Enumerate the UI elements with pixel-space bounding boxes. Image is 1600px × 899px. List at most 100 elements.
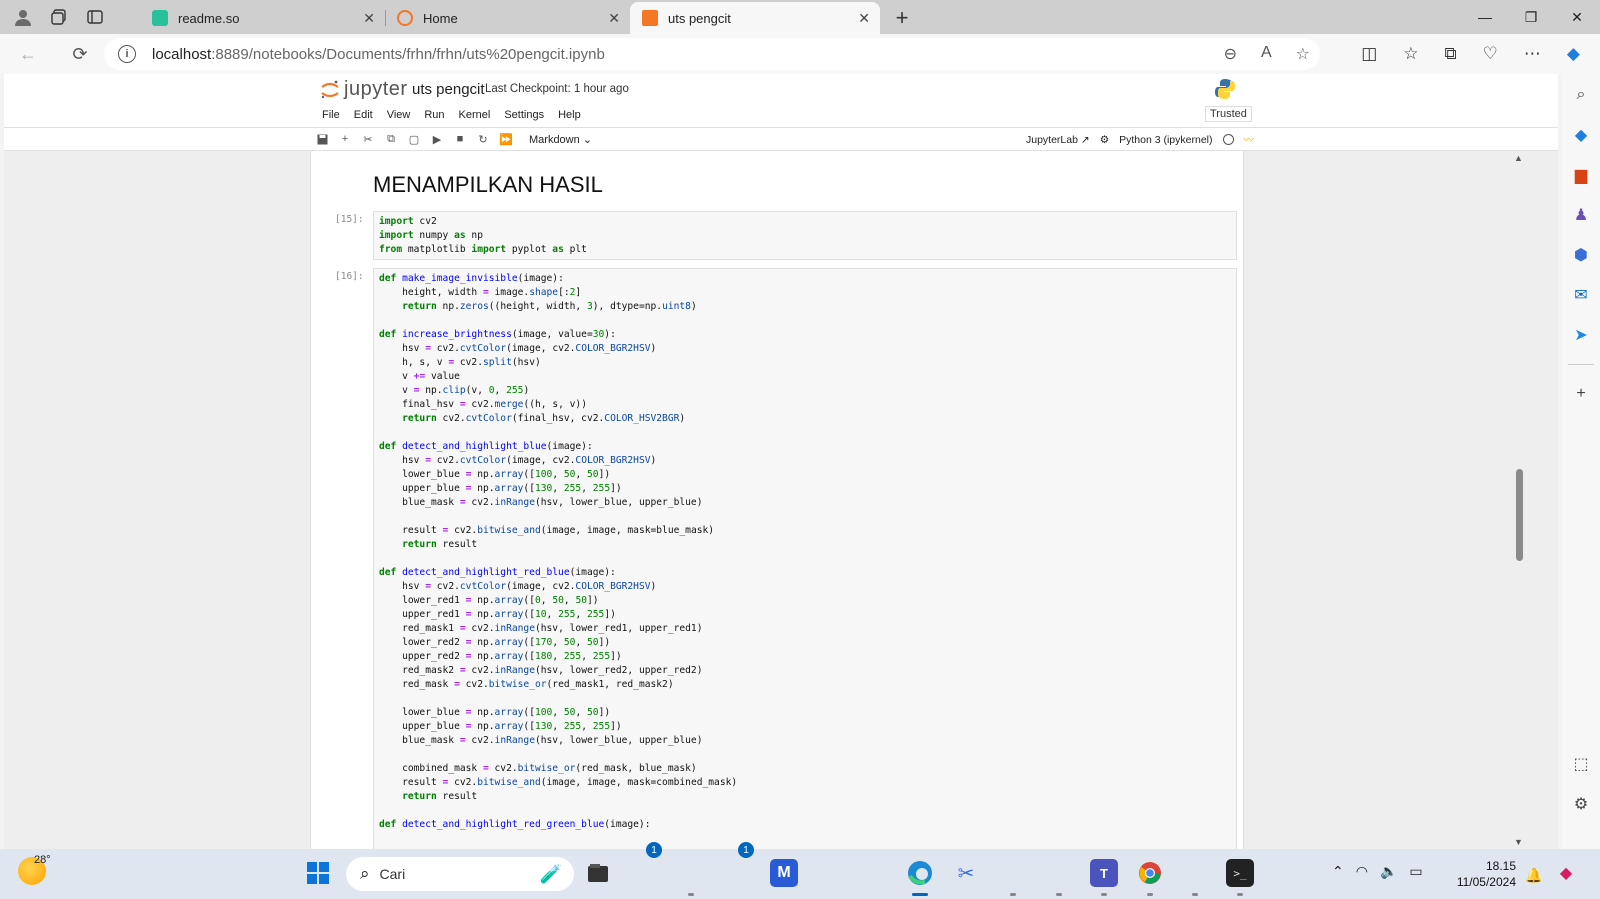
stop-icon[interactable]: ■ [454,131,466,147]
kernel-settings-icon[interactable]: ⚙ [1100,134,1109,146]
jupyter-logo[interactable]: jupyter [320,78,408,101]
jupyter-page: jupyter uts pengcit Last Checkpoint: 1 h… [4,74,1558,849]
refresh-icon[interactable]: ⟳ [60,38,100,70]
send-icon[interactable]: ➤ [1570,324,1592,346]
cell-input[interactable]: import cv2 import numpy as np from matpl… [373,211,1237,260]
tab-readme[interactable]: readme.so ✕ [140,2,385,34]
workspaces-icon[interactable] [50,8,68,26]
taskbar-search[interactable]: ⌕ Cari 🧪 [346,857,574,891]
taskbar-indicator [1237,893,1243,896]
jupyterlab-link[interactable]: JupyterLab ↗ [1026,134,1090,146]
vertical-tabs-icon[interactable] [86,8,104,26]
page-scrollbar[interactable]: ▲ ▼ [1512,151,1526,849]
menu-settings[interactable]: Settings [504,109,544,121]
paste-icon[interactable]: ▢ [408,131,420,147]
copy-icon[interactable]: ⧉ [385,131,397,147]
close-icon[interactable]: ✕ [858,10,870,27]
markdown-heading[interactable]: MENAMPILKAN HASIL [373,172,603,198]
split-screen-icon[interactable]: ◫ [1361,44,1377,64]
minimize-icon[interactable]: — [1462,0,1508,34]
code-cell[interactable]: [16]: def make_image_invisible(image): h… [311,268,1245,849]
cell-code: import cv2 import numpy as np from matpl… [379,216,587,255]
screenshot-icon[interactable]: ⬚ [1570,753,1592,775]
edge-browser-icon[interactable] [906,859,934,887]
clock[interactable]: 18.15 11/05/2024 [1448,858,1516,890]
tools-icon[interactable]: ▆ [1570,164,1592,186]
chevron-up-icon[interactable]: ⌃ [1332,863,1344,880]
notebook-title[interactable]: uts pengcit [412,81,485,98]
run-icon[interactable]: ▶ [431,131,443,147]
favorites-icon[interactable]: ☆ [1403,44,1418,64]
save-icon[interactable] [316,131,328,147]
menu-edit[interactable]: Edit [354,109,373,121]
code-cell[interactable]: [15]: import cv2 import numpy as np from… [311,211,1245,261]
system-tray: ⌃ ◠ 🔈 ▭ [1332,863,1423,880]
file-explorer-icon[interactable] [584,859,612,887]
snipping-tool-icon[interactable]: ✂ [952,859,980,887]
add-icon[interactable]: + [1570,383,1592,405]
close-icon[interactable]: ✕ [363,10,375,27]
copilot-taskbar-icon[interactable]: ◆ [1552,859,1580,887]
browser-essentials-icon[interactable]: ♡ [1483,44,1498,64]
profile-icon[interactable] [14,8,32,26]
temperature: 28° [34,854,51,866]
url-field[interactable]: i localhost:8889/notebooks/Documents/frh… [104,38,1320,70]
tab-home[interactable]: Home ✕ [385,2,630,34]
back-icon[interactable]: ← [8,38,48,70]
menu-run[interactable]: Run [424,109,444,121]
games-icon[interactable]: ♟ [1570,204,1592,226]
menu-help[interactable]: Help [558,109,581,121]
settings-gear-icon[interactable]: ⚙ [1570,793,1592,815]
address-bar-row: ← ⟳ i localhost:8889/notebooks/Documents… [0,34,1600,74]
wifi-icon[interactable]: ◠ [1356,863,1368,880]
insert-cell-icon[interactable]: + [339,131,351,147]
copilot-icon[interactable]: ◆ [1567,44,1580,64]
run-all-icon[interactable]: ⏩ [499,131,513,147]
taskbar: 28° ⌕ Cari 🧪 1 1 M ✂ T >_ ⌃ ◠ 🔈 ▭ 18.15 … [0,842,1600,899]
microsoft-365-icon[interactable]: ⬢ [1570,244,1592,266]
start-windows-icon[interactable] [304,859,332,887]
kernel-name[interactable]: Python 3 (ipykernel) [1119,134,1212,146]
app-m-icon[interactable]: M [770,859,798,887]
new-tab-button[interactable]: + [880,2,924,34]
restore-icon[interactable]: ❐ [1508,0,1554,34]
kernel-status-icon [1222,134,1234,145]
teams-icon[interactable]: T [1090,859,1118,887]
menu-file[interactable]: File [322,109,340,121]
url-host: localhost [152,45,212,63]
menu-kernel[interactable]: Kernel [459,109,491,121]
read-aloud-icon[interactable]: A [1261,44,1272,64]
terminal-icon[interactable]: >_ [1226,859,1254,887]
weather-widget[interactable]: 28° [18,854,51,885]
site-info-icon[interactable]: i [118,45,136,63]
collections-icon[interactable]: ⧉ [1445,44,1457,64]
cell-type-select[interactable]: Markdown ⌄ [529,133,592,146]
outlook-icon[interactable]: ✉ [1570,284,1592,306]
notebook-toolbar: + ✂ ⧉ ▢ ▶ ■ ↻ ⏩ Markdown ⌄ JupyterLab ↗ … [4,127,1558,151]
chrome-icon[interactable] [1136,859,1164,887]
window-close-icon[interactable]: ✕ [1554,0,1600,34]
tab-uts-pengcit[interactable]: uts pengcit ✕ [630,2,880,34]
close-icon[interactable]: ✕ [608,10,620,27]
restart-icon[interactable]: ↻ [477,131,489,147]
cell-code: def make_image_invisible(image): height,… [379,273,738,830]
window-controls: — ❐ ✕ [1462,0,1600,34]
jupyter-header: jupyter uts pengcit Last Checkpoint: 1 h… [4,74,1558,127]
toolbar-buttons: + ✂ ⧉ ▢ ▶ ■ ↻ ⏩ Markdown ⌄ [316,131,592,147]
scroll-down-icon[interactable]: ▼ [1514,837,1523,847]
volume-icon[interactable]: 🔈 [1380,863,1397,880]
tab-title: readme.so [178,10,240,26]
cell-input[interactable]: def make_image_invisible(image): height,… [373,268,1237,849]
search-icon[interactable]: ⌕ [1570,84,1592,106]
more-options-icon[interactable]: ⋯ [1524,44,1541,64]
trusted-indicator[interactable]: Trusted [1205,106,1252,122]
menu-view[interactable]: View [387,109,411,121]
scroll-thumb[interactable] [1516,469,1523,561]
favorite-star-icon[interactable]: ☆ [1296,44,1310,64]
cut-icon[interactable]: ✂ [362,131,374,147]
shopping-tag-icon[interactable]: ◆ [1570,124,1592,146]
scroll-up-icon[interactable]: ▲ [1514,153,1523,163]
zoom-icon[interactable]: ⊖ [1224,44,1237,64]
battery-icon[interactable]: ▭ [1409,863,1422,880]
notification-bell-icon[interactable]: 🔔 [1520,861,1548,889]
